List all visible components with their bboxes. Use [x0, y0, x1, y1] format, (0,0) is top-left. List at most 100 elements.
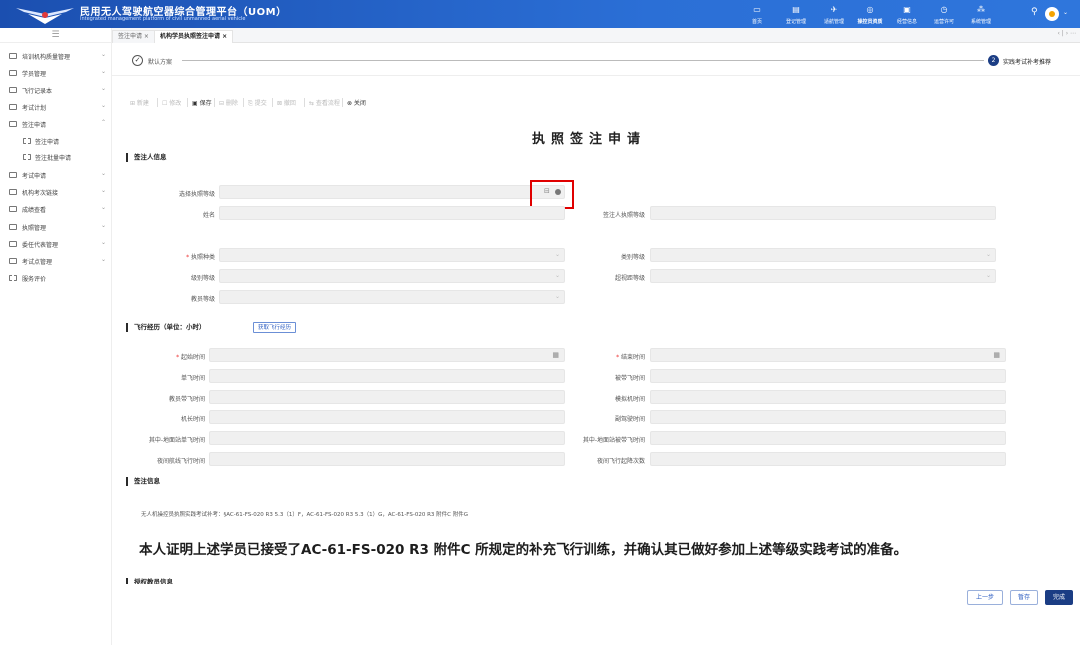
sidebar-item[interactable]: 考试申请 ⌄ [0, 169, 112, 183]
flight-field-input[interactable]: ▦ [209, 348, 565, 362]
nav-plane[interactable]: ✈ 适航管理 [814, 4, 854, 25]
sidebar-item-label: 执照管理 [22, 225, 47, 232]
sidebar-item[interactable]: 服务评价 [0, 272, 112, 286]
instructor-level-label: 教员等级 [190, 296, 215, 303]
toolbar-button[interactable]: ⇆ 查看流程 [309, 98, 340, 107]
flight-field-input[interactable] [209, 452, 565, 466]
flight-field-input[interactable] [209, 390, 565, 404]
nav-clock[interactable]: ◷ 运营许可 [924, 4, 964, 25]
sidebar-item[interactable]: 考试计划 ⌄ [0, 101, 112, 115]
sidebar-item[interactable]: 学员管理 ⌄ [0, 67, 112, 81]
sidebar-item[interactable]: 飞行记录本 ⌄ [0, 84, 112, 98]
chevron-icon: ⌄ [101, 102, 107, 109]
clear-icon[interactable] [555, 189, 561, 195]
select-list-icon[interactable]: ⊟ [544, 187, 550, 195]
finish-button[interactable]: 完成 [1045, 590, 1073, 605]
license-level-input[interactable] [219, 185, 565, 199]
calendar-icon[interactable]: ▦ [552, 351, 559, 359]
sidebar-item[interactable]: 签注申请 ⌃ [0, 118, 112, 132]
avatar[interactable] [1045, 7, 1059, 21]
chevron-down-icon: ⌄ [985, 251, 991, 258]
nav-label: 经营信息 [896, 19, 917, 25]
sidebar-item-label: 机构考次链接 [22, 190, 59, 197]
flight-field-text: 机长时间 [180, 416, 205, 423]
nav-chart[interactable]: ▣ 经营信息 [887, 4, 927, 25]
chevron-down-icon: ⌄ [554, 251, 560, 258]
tab[interactable]: 机构学员执照签注申请 × [154, 30, 234, 43]
toolbar-button[interactable]: ⊞ 新建 [130, 98, 149, 107]
nav-badge[interactable]: ◎ 操控员资质 [850, 4, 890, 25]
sidebar-item[interactable]: 成绩查看 ⌄ [0, 203, 112, 217]
toolbar-button[interactable]: ▣ 保存 [192, 98, 212, 107]
bvlos-level-select[interactable]: ⌄ [650, 269, 996, 283]
flight-field-text: 教员带飞时间 [168, 396, 205, 403]
nav-monitor[interactable]: ▭ 首页 [737, 4, 777, 25]
flight-field-input[interactable] [650, 452, 1006, 466]
flight-field-text: 其中-地面站单飞时间 [148, 437, 205, 444]
fetch-flight-button[interactable]: 获取飞行经历 [253, 322, 297, 333]
flight-field-input[interactable] [209, 431, 565, 445]
toolbar-divider [304, 98, 305, 107]
flight-field-input[interactable] [650, 390, 1006, 404]
sign-note: 无人机操控员执照实践考试补考：§AC-61-FS-020 R3 5.3（1）F，… [141, 512, 469, 518]
chevron-icon: ⌄ [101, 204, 107, 211]
step-indicator: ✓ 默认方案 2 实践考试补考推荐 [112, 44, 1080, 76]
nav-document[interactable]: ▤ 登记管理 [776, 4, 816, 25]
flight-field-label: * 结束时间 [560, 352, 645, 361]
chevron-down-icon: ⌄ [554, 272, 560, 279]
toolbar-button[interactable]: ⊟ 删除 [219, 98, 238, 107]
sidebar-item-label: 考试点管理 [22, 259, 53, 266]
calendar-icon[interactable]: ▦ [993, 351, 1000, 359]
toolbar-button[interactable]: ☐ 修改 [162, 98, 181, 107]
chevron-icon: ⌄ [101, 68, 107, 75]
step-connector [182, 60, 984, 61]
flight-field-label: 教员带飞时间 [130, 394, 205, 403]
toolbar-button[interactable]: ⊗ 关闭 [347, 98, 366, 107]
sidebar-item[interactable]: 委任代表管理 ⌄ [0, 238, 112, 252]
flight-field-input[interactable] [209, 410, 565, 424]
chevron-icon: ⌃ [101, 119, 107, 126]
nav-label: 登记管理 [785, 19, 806, 25]
badge-icon: ◎ [866, 5, 874, 14]
prev-step-button[interactable]: 上一步 [967, 590, 1003, 605]
flight-field-input[interactable] [209, 369, 565, 383]
toolbar-divider [214, 98, 215, 107]
toolbar-divider [187, 98, 188, 107]
sidebar-item[interactable]: 机构考次链接 ⌄ [0, 186, 112, 200]
flight-field-input[interactable]: ▦ [650, 348, 1006, 362]
flight-field-label: 被带飞时间 [560, 373, 645, 382]
folder-icon [9, 172, 17, 178]
bvlos-level-label: 超视距等级 [614, 275, 645, 282]
step1-label[interactable]: 默认方案 [148, 57, 172, 66]
flight-field-input[interactable] [650, 431, 1006, 445]
flight-field-input[interactable] [650, 369, 1006, 383]
step2-label[interactable]: 实践考试补考推荐 [1003, 57, 1051, 66]
flight-field-label: 夜间航线飞行时间 [130, 456, 205, 465]
sidebar-item[interactable]: 考试点管理 ⌄ [0, 255, 112, 269]
sidebar-item[interactable]: 签注批量申请 [0, 151, 112, 165]
signer-level-input[interactable] [650, 206, 996, 220]
sidebar-item[interactable]: 执照管理 ⌄ [0, 221, 112, 235]
tab-nav-controls[interactable]: ‹ | › ⋯ [1057, 30, 1076, 37]
chevron-icon: ⌄ [101, 256, 107, 263]
nav-label: 操控员资质 [857, 19, 883, 25]
toolbar-divider [157, 98, 158, 107]
toolbar-button[interactable]: ⎘ 提交 [248, 98, 267, 108]
sidebar-item[interactable]: 培训机构质量管理 ⌄ [0, 50, 112, 64]
toolbar-button[interactable]: ⊠ 撤回 [277, 98, 296, 107]
flight-field-input[interactable] [650, 410, 1006, 424]
license-type-select[interactable]: ⌄ [219, 248, 565, 262]
sidebar-item[interactable]: 签注申请 [0, 135, 112, 149]
nav-org[interactable]: ⁂ 系统管理 [961, 4, 1001, 25]
menu-toggle-icon[interactable]: ☰ [0, 28, 112, 43]
flight-field-label: 夜间飞行起降次数 [560, 456, 645, 465]
tab[interactable]: 签注申请 × [112, 30, 155, 43]
class-level-select[interactable]: ⌄ [219, 269, 565, 283]
save-draft-button[interactable]: 暂存 [1010, 590, 1038, 605]
instructor-level-select[interactable]: ⌄ [219, 290, 565, 304]
name-input[interactable] [219, 206, 565, 220]
sidebar-item-label: 签注批量申请 [35, 155, 72, 162]
chevron-down-icon[interactable]: ⌄ [1063, 9, 1068, 16]
search-icon[interactable]: ⚲ [1031, 7, 1038, 17]
category-level-select[interactable]: ⌄ [650, 248, 996, 262]
